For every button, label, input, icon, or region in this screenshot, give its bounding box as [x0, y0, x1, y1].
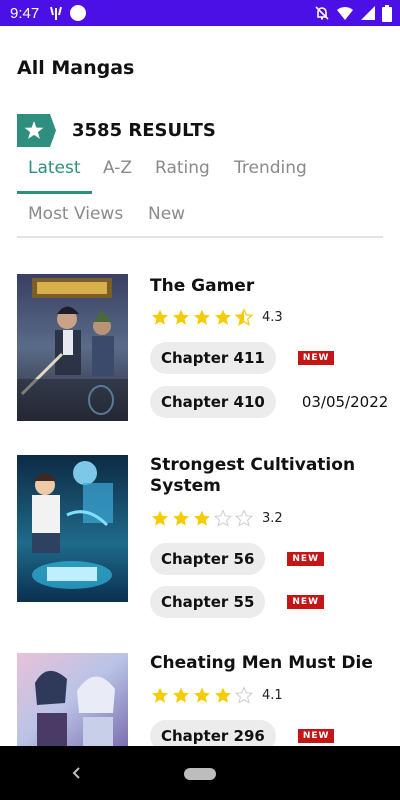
star-rating — [150, 685, 254, 705]
star-full-icon — [152, 510, 168, 526]
mute-bell-icon — [314, 5, 330, 21]
signal-wifi-icon — [49, 5, 63, 21]
tab-latest[interactable]: Latest — [28, 158, 81, 178]
manga-title[interactable]: Cheating Men Must Die — [150, 653, 387, 674]
manga-list-item[interactable]: Cheating Men Must Die 4.1 Chapter 296 NE… — [17, 653, 387, 752]
chapter-row: Chapter 56 NEW — [150, 543, 324, 575]
star-full-icon — [194, 687, 210, 703]
status-time: 9:47 — [10, 4, 40, 22]
tab-rating[interactable]: Rating — [155, 158, 210, 178]
star-full-icon — [173, 687, 189, 703]
chapter-button[interactable]: Chapter 410 — [150, 386, 276, 418]
results-row: 3585 RESULTS — [17, 114, 216, 147]
chapter-row: Chapter 411 NEW — [150, 342, 335, 374]
chapter-row: Chapter 410 03/05/2022 — [150, 386, 388, 418]
manga-list-item[interactable]: Strongest Cultivation System 3.2 Chapter… — [17, 455, 387, 618]
chapter-button[interactable]: Chapter 55 — [150, 586, 266, 618]
new-badge: NEW — [297, 351, 335, 365]
star-empty-icon — [234, 685, 254, 704]
chapter-button[interactable]: Chapter 56 — [150, 543, 266, 575]
back-arrow-icon[interactable] — [70, 764, 84, 782]
home-pill-icon[interactable] — [184, 768, 216, 780]
star-full-icon — [173, 309, 189, 325]
tabs-divider — [17, 236, 383, 238]
star-full-icon — [215, 309, 231, 325]
new-badge: NEW — [297, 729, 335, 743]
star-rating — [150, 307, 254, 327]
rating-row: 3.2 — [150, 506, 387, 530]
star-half-icon — [234, 307, 254, 326]
circle-icon — [69, 4, 87, 22]
manga-cover-image[interactable] — [17, 455, 128, 602]
star-badge-icon — [17, 114, 56, 147]
manga-title[interactable]: The Gamer — [150, 276, 387, 297]
wifi-icon — [336, 5, 354, 21]
tab-most-views[interactable]: Most Views — [28, 204, 123, 224]
rating-value: 4.3 — [262, 309, 283, 325]
tab-trending[interactable]: Trending — [234, 158, 307, 178]
manga-list-item[interactable]: The Gamer 4.3 Chapter 411 NEW Chapter 41… — [17, 274, 388, 424]
star-full-icon — [173, 510, 189, 526]
page-title: All Mangas — [17, 57, 135, 79]
rating-row: 4.1 — [150, 683, 387, 707]
star-full-icon — [194, 510, 210, 526]
tab-new[interactable]: New — [148, 204, 185, 224]
active-tab-indicator — [17, 191, 92, 194]
new-badge: NEW — [287, 595, 324, 609]
rating-value: 4.1 — [262, 687, 283, 703]
manga-cover-image[interactable] — [17, 274, 128, 421]
navigation-bar — [0, 746, 400, 800]
star-full-icon — [152, 687, 168, 703]
status-bar: 9:47 — [0, 0, 400, 26]
new-badge: NEW — [287, 552, 324, 566]
star-full-icon — [215, 687, 231, 703]
manga-cover-image[interactable] — [17, 653, 128, 746]
results-count: 3585 RESULTS — [72, 120, 216, 141]
rating-row: 4.3 — [150, 305, 387, 329]
chapter-date: 03/05/2022 — [301, 393, 389, 411]
battery-icon — [382, 4, 392, 22]
star-empty-icon — [234, 508, 254, 527]
chapter-button[interactable]: Chapter 411 — [150, 342, 276, 374]
star-full-icon — [194, 309, 210, 325]
tab-a-z[interactable]: A-Z — [103, 158, 132, 178]
star-rating — [150, 508, 254, 528]
cellular-icon — [360, 5, 376, 21]
rating-value: 3.2 — [262, 510, 283, 526]
star-empty-icon — [213, 508, 233, 527]
manga-title[interactable]: Strongest Cultivation System — [150, 455, 387, 497]
star-full-icon — [152, 309, 168, 325]
sort-tabs: Latest A-Z Rating Trending Most Views Ne… — [17, 150, 383, 240]
chapter-row: Chapter 55 NEW — [150, 586, 324, 618]
